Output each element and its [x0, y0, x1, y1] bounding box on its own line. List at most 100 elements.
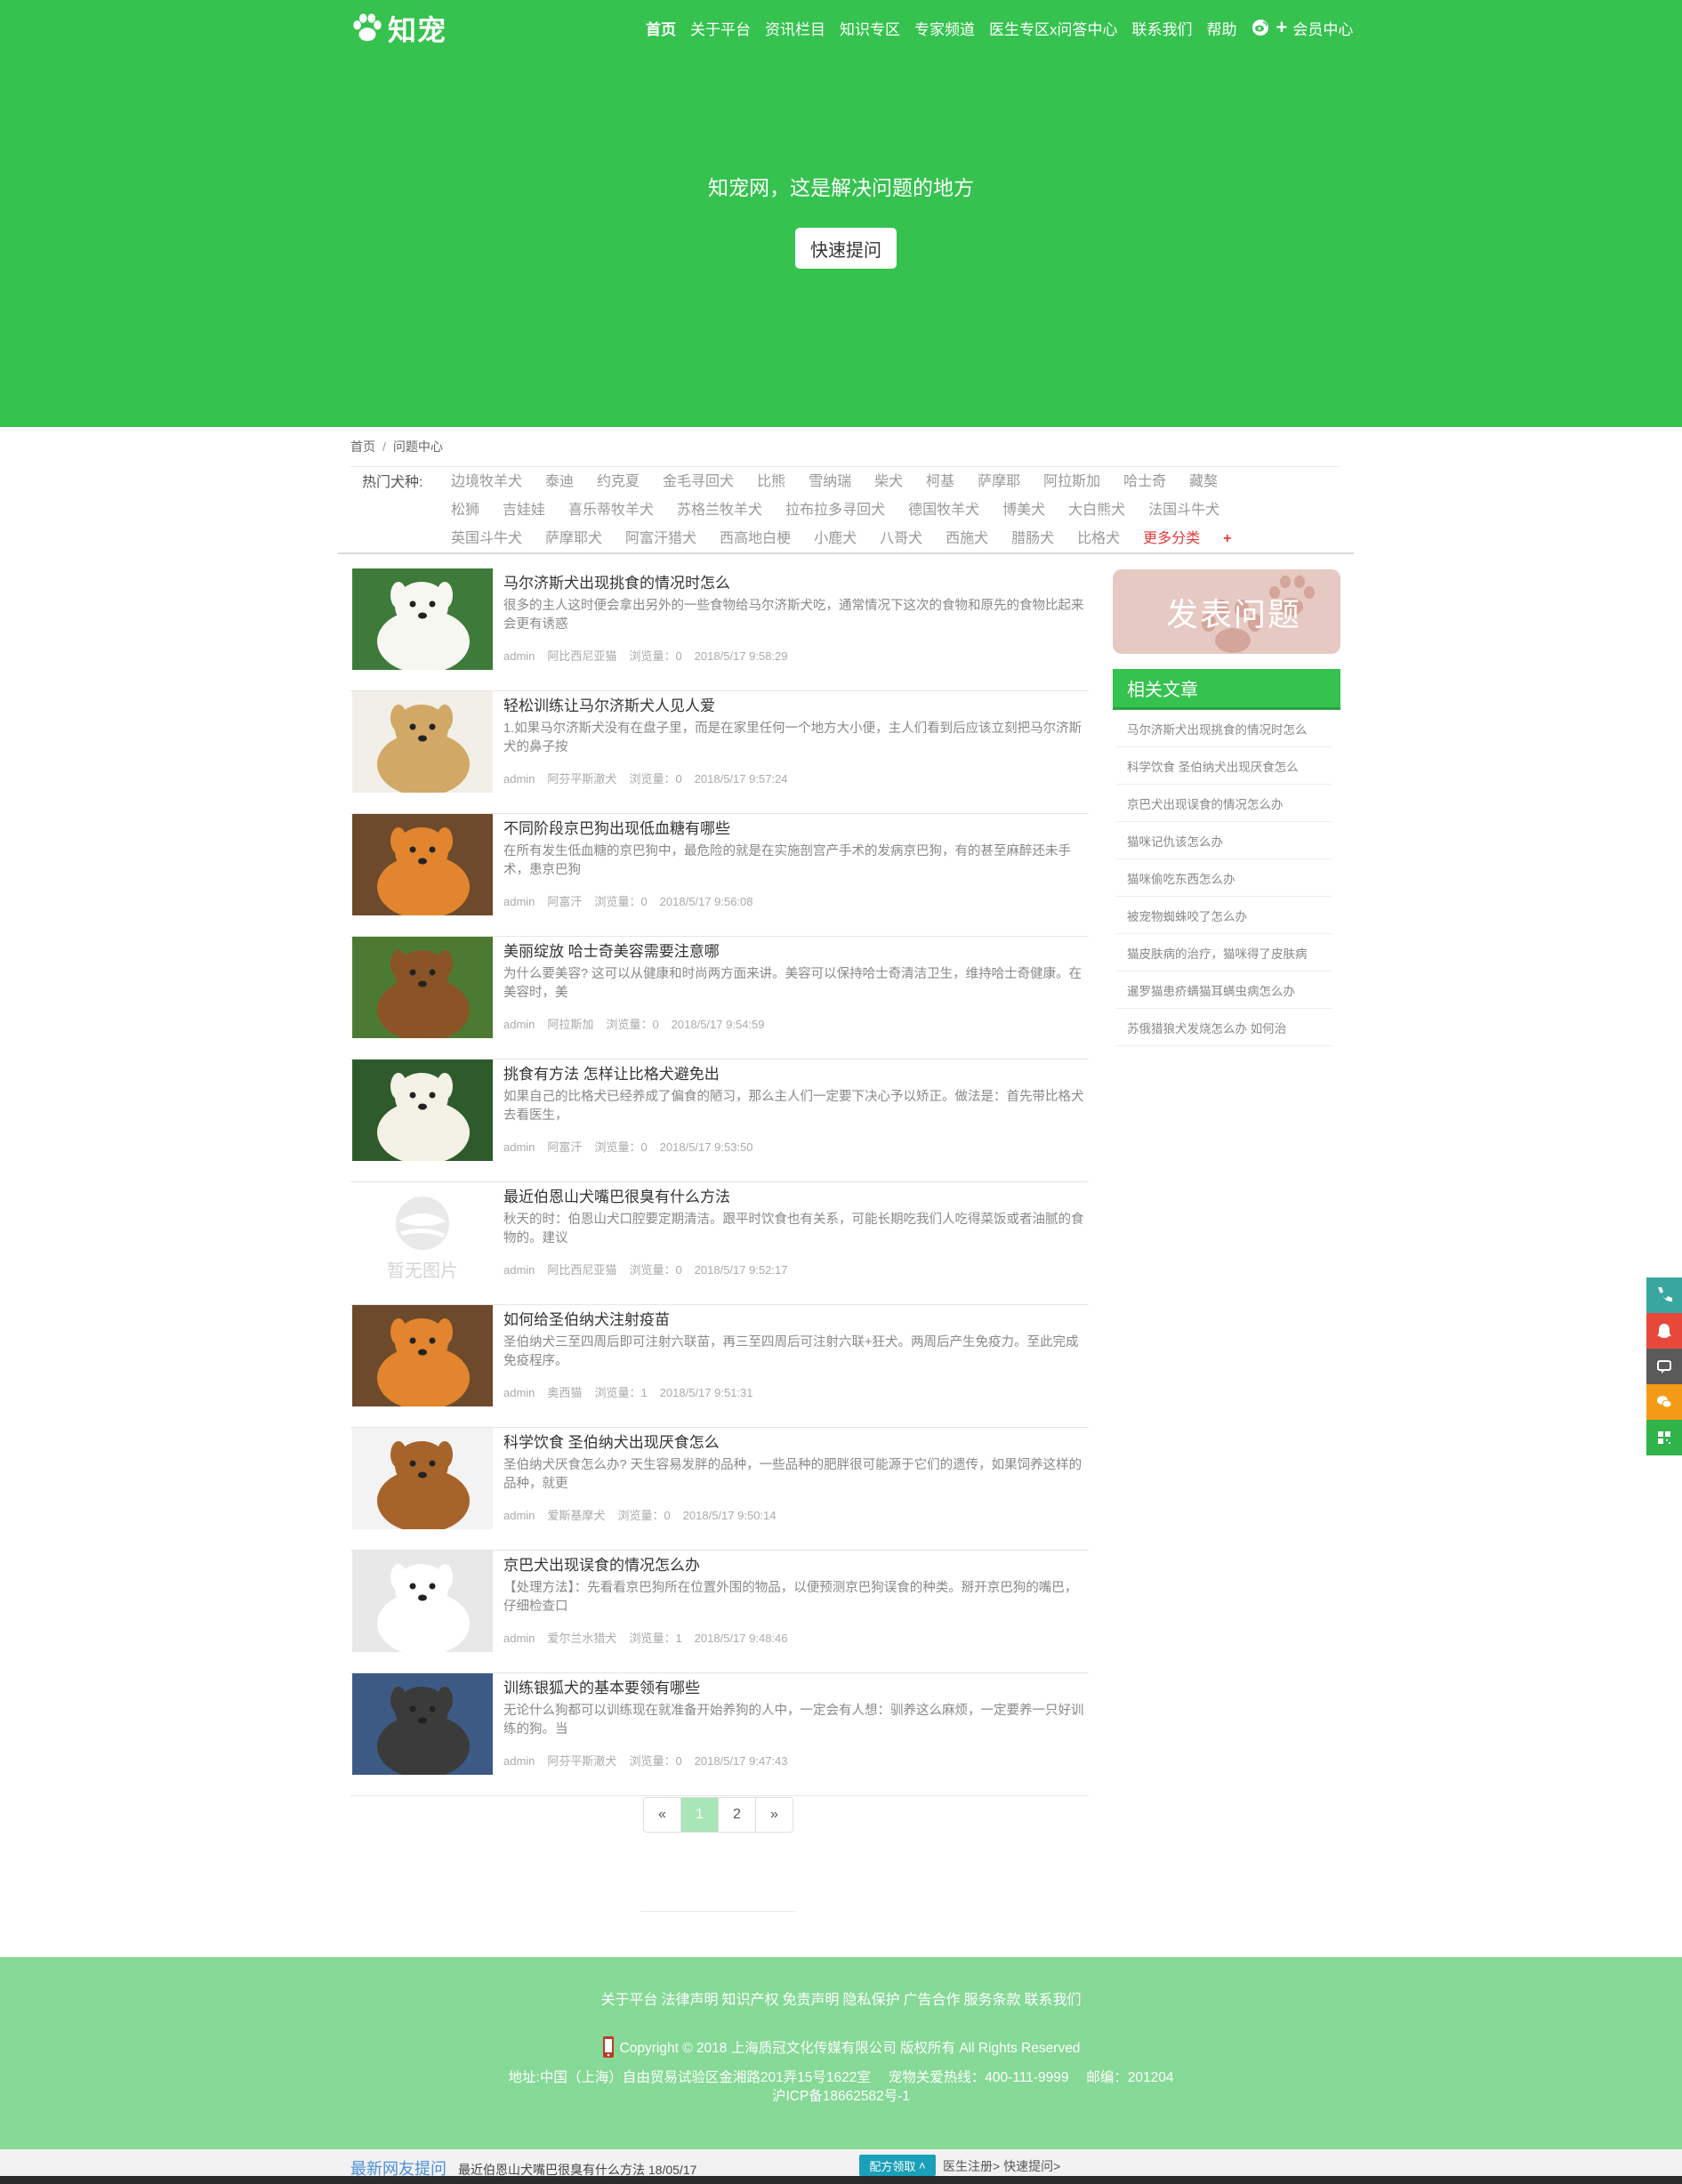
- related-article-link[interactable]: 被宠物蜘蛛咬了怎么办: [1116, 897, 1332, 934]
- article-tag[interactable]: 阿富汗: [547, 895, 582, 908]
- article-item[interactable]: 京巴犬出现误食的情况怎么办 【处理方法】：先看看京巴狗所在位置外围的物品，以便预测…: [350, 1551, 1089, 1673]
- breed-tag[interactable]: 腊肠犬: [1011, 525, 1054, 553]
- breed-tag[interactable]: 萨摩耶犬: [545, 525, 602, 553]
- article-item[interactable]: 科学饮食 圣伯纳犬出现厌食怎么 圣伯纳犬厌食怎么办? 天生容易发胖的品种，一些品种…: [350, 1428, 1089, 1551]
- article-tag[interactable]: 爱尔兰水猎犬: [547, 1632, 616, 1645]
- nav-experts[interactable]: 专家频道: [914, 17, 975, 39]
- article-thumbnail[interactable]: [352, 1551, 493, 1652]
- article-item[interactable]: 美丽绽放 哈士奇美容需要注意哪 为什么要美容? 这可以从健康和时尚两方面来讲。美容…: [350, 937, 1089, 1060]
- nav-contact[interactable]: 联系我们: [1132, 17, 1193, 39]
- breed-tag[interactable]: 柴犬: [874, 468, 903, 496]
- member-center-link[interactable]: + 会员中心: [1276, 17, 1354, 39]
- wechat-icon[interactable]: [1646, 1384, 1682, 1420]
- article-thumbnail[interactable]: [352, 1060, 493, 1161]
- article-item[interactable]: 马尔济斯犬出现挑食的情况时怎么 很多的主人这时便会拿出另外的一些食物给马尔济斯犬吃…: [350, 568, 1089, 691]
- article-tag[interactable]: 阿富汗: [547, 1140, 582, 1154]
- footer-link[interactable]: 关于平台: [600, 1993, 657, 2008]
- article-thumbnail[interactable]: [352, 568, 493, 670]
- article-item[interactable]: 挑食有方法 怎样让比格犬避免出 如果自己的比格犬已经养成了偏食的陋习，那么主人们一…: [350, 1060, 1089, 1182]
- breed-tag[interactable]: 吉娃娃: [503, 496, 545, 525]
- related-article-link[interactable]: 京巴犬出现误食的情况怎么办: [1116, 785, 1332, 822]
- qq-icon[interactable]: [1646, 1313, 1682, 1349]
- related-article-link[interactable]: 苏俄猎狼犬发烧怎么办 如何治: [1116, 1009, 1332, 1046]
- article-thumbnail[interactable]: [352, 691, 493, 793]
- breed-tag[interactable]: 阿富汗猎犬: [625, 525, 696, 553]
- nav-knowledge[interactable]: 知识专区: [840, 17, 900, 39]
- breed-tag[interactable]: 萨摩耶: [978, 468, 1020, 496]
- breed-tag[interactable]: 边境牧羊犬: [451, 468, 522, 496]
- breed-tag[interactable]: 藏獒: [1189, 468, 1218, 496]
- breed-tag[interactable]: 西施犬: [946, 525, 988, 553]
- related-article-link[interactable]: 猫咪记仇该怎么办: [1116, 822, 1332, 859]
- article-title[interactable]: 京巴犬出现误食的情况怎么办: [503, 1552, 700, 1575]
- article-item[interactable]: 不同阶段京巴狗出现低血糖有哪些 在所有发生低血糖的京巴狗中，最危险的就是在实施剖宫…: [350, 814, 1089, 937]
- breed-tag[interactable]: 泰迪: [545, 468, 574, 496]
- article-title[interactable]: 不同阶段京巴狗出现低血糖有哪些: [503, 816, 730, 838]
- article-title[interactable]: 如何给圣伯纳犬注射疫苗: [503, 1307, 670, 1329]
- site-logo[interactable]: 知宠: [350, 11, 447, 47]
- recipe-claim-button[interactable]: 配方领取 ˄: [859, 2155, 936, 2176]
- article-title[interactable]: 科学饮食 圣伯纳犬出现厌食怎么: [503, 1430, 720, 1452]
- article-thumbnail[interactable]: [352, 1428, 493, 1529]
- message-icon[interactable]: [1646, 1349, 1682, 1384]
- breed-tag[interactable]: 英国斗牛犬: [451, 525, 522, 553]
- article-title[interactable]: 最近伯恩山犬嘴巴很臭有什么方法: [503, 1184, 730, 1206]
- nav-news[interactable]: 资讯栏目: [765, 17, 825, 39]
- more-categories-link[interactable]: 更多分类 +: [1143, 525, 1231, 553]
- nav-doctors-qa[interactable]: 医生专区x问答中心: [989, 17, 1118, 39]
- footer-link[interactable]: 服务条款: [964, 1993, 1021, 2008]
- article-tag[interactable]: 阿比西尼亚猫: [547, 1263, 616, 1277]
- nav-about[interactable]: 关于平台: [690, 17, 751, 39]
- article-title[interactable]: 马尔济斯犬出现挑食的情况时怎么: [503, 570, 730, 592]
- breed-tag[interactable]: 大白熊犬: [1068, 496, 1125, 525]
- breed-tag[interactable]: 金毛寻回犬: [663, 468, 734, 496]
- breed-tag[interactable]: 八哥犬: [880, 525, 922, 553]
- breed-tag[interactable]: 约克夏: [597, 468, 640, 496]
- article-tag[interactable]: 阿拉斯加: [547, 1018, 593, 1031]
- breed-tag[interactable]: 法国斗牛犬: [1148, 496, 1219, 525]
- breed-tag[interactable]: 比格犬: [1077, 525, 1120, 553]
- article-thumbnail[interactable]: [352, 937, 493, 1038]
- article-tag[interactable]: 阿比西尼亚猫: [547, 649, 616, 663]
- footer-icp[interactable]: 沪ICP备18662582号-1: [0, 2085, 1682, 2105]
- article-item[interactable]: 如何给圣伯纳犬注射疫苗 圣伯纳犬三至四周后即可注射六联苗，再三至四周后可注射六联+…: [350, 1305, 1089, 1428]
- breed-tag[interactable]: 拉布拉多寻回犬: [785, 496, 885, 525]
- footer-link[interactable]: 广告合作: [904, 1993, 961, 2008]
- pagination-prev[interactable]: «: [644, 1798, 681, 1832]
- article-title[interactable]: 美丽绽放 哈士奇美容需要注意哪: [503, 939, 720, 961]
- breed-tag[interactable]: 德国牧羊犬: [908, 496, 979, 525]
- article-thumbnail[interactable]: [352, 1305, 493, 1406]
- qrcode-icon[interactable]: [1646, 1420, 1682, 1455]
- article-title[interactable]: 挑食有方法 怎样让比格犬避免出: [503, 1061, 720, 1084]
- pagination-page-2[interactable]: 2: [719, 1798, 756, 1832]
- latest-question-link[interactable]: 最近伯恩山犬嘴巴很臭有什么方法 18/05/17: [458, 2161, 696, 2179]
- article-title[interactable]: 训练银狐犬的基本要领有哪些: [503, 1675, 700, 1697]
- related-article-link[interactable]: 猫皮肤病的治疗，猫咪得了皮肤病: [1116, 934, 1332, 971]
- quick-ask-button[interactable]: 快速提问: [795, 228, 897, 269]
- pagination-page-1[interactable]: 1: [681, 1798, 719, 1832]
- breed-tag[interactable]: 苏格兰牧羊犬: [677, 496, 762, 525]
- breadcrumb-home[interactable]: 首页: [350, 439, 375, 454]
- related-article-link[interactable]: 科学饮食 圣伯纳犬出现厌食怎么: [1116, 747, 1332, 785]
- nav-home[interactable]: 首页: [646, 17, 676, 39]
- pagination-next[interactable]: »: [756, 1798, 793, 1832]
- breed-tag[interactable]: 哈士奇: [1123, 468, 1166, 496]
- footer-link[interactable]: 知识产权: [721, 1993, 778, 2008]
- footer-link[interactable]: 法律声明: [661, 1993, 718, 2008]
- post-question-banner[interactable]: 发表问题: [1113, 569, 1340, 654]
- breed-tag[interactable]: 雪纳瑞: [809, 468, 851, 496]
- article-tag[interactable]: 阿芬平斯澈犬: [547, 772, 616, 786]
- footer-link[interactable]: 隐私保护: [843, 1993, 900, 2008]
- nav-help[interactable]: 帮助: [1207, 17, 1237, 39]
- breed-tag[interactable]: 比熊: [757, 468, 785, 496]
- phone-icon[interactable]: [1646, 1277, 1682, 1313]
- article-thumbnail[interactable]: 暂无图片: [352, 1182, 493, 1284]
- footer-link[interactable]: 联系我们: [1025, 1993, 1082, 2008]
- related-article-link[interactable]: 暹罗猫患疥螨猫耳螨虫病怎么办: [1116, 971, 1332, 1009]
- article-tag[interactable]: 阿芬平斯澈犬: [547, 1754, 616, 1768]
- breed-tag[interactable]: 小鹿犬: [814, 525, 857, 553]
- article-item[interactable]: 训练银狐犬的基本要领有哪些 无论什么狗都可以训练现在就准备开始养狗的人中，一定会有…: [350, 1673, 1089, 1796]
- footer-link[interactable]: 免责声明: [782, 1993, 839, 2008]
- article-thumbnail[interactable]: [352, 814, 493, 915]
- related-article-link[interactable]: 猫咪偷吃东西怎么办: [1116, 859, 1332, 897]
